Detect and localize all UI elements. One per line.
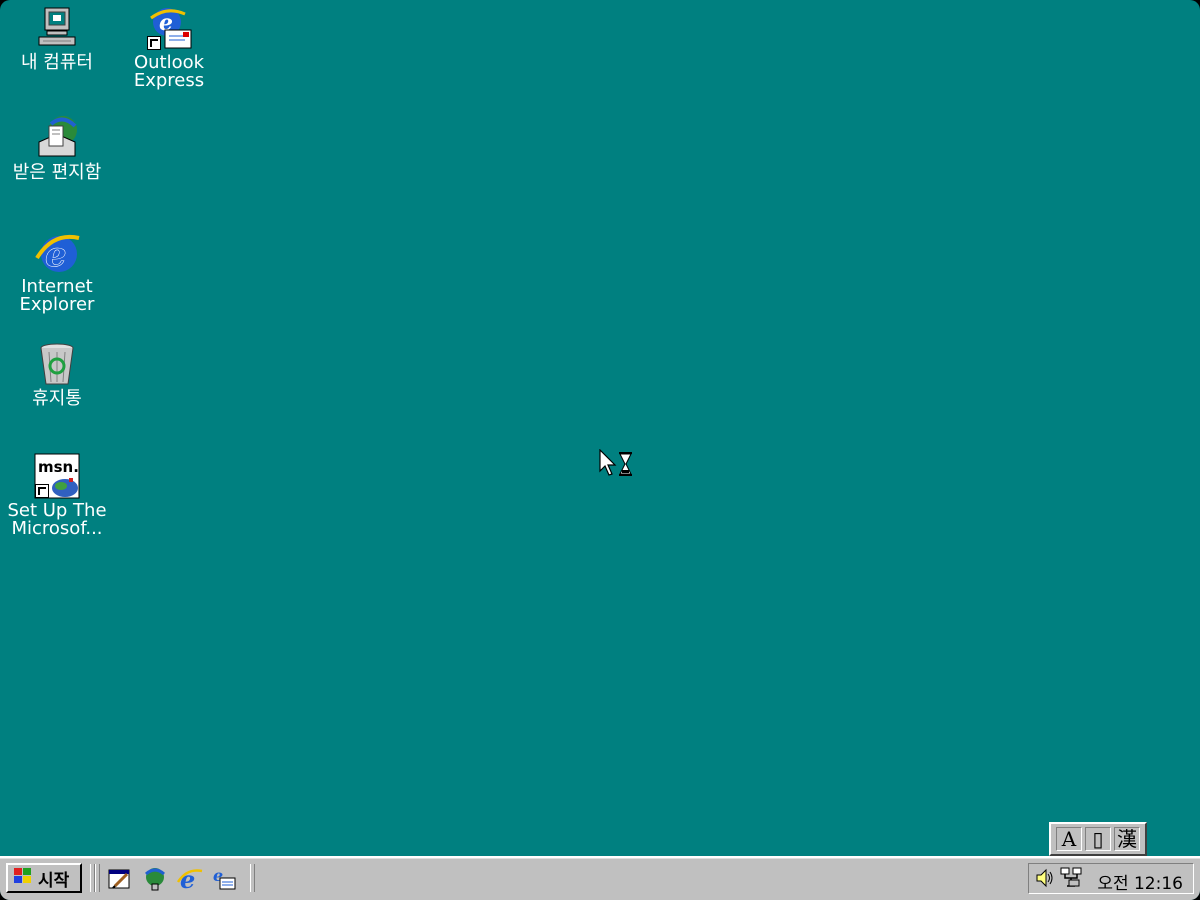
desktop[interactable]: 내 컴퓨터 e Outlook Express 받은 편지함 e Interne… [0, 0, 1200, 900]
taskbar: 시작 e e 오전 12:16 [0, 856, 1200, 900]
busy-pointer-icon [599, 448, 639, 481]
outlook-express-icon: e [145, 4, 193, 52]
clock[interactable]: 오전 12:16 [1097, 869, 1183, 894]
ime-half-width-button[interactable]: ▯ [1085, 827, 1111, 851]
recycle-bin-icon [33, 340, 81, 388]
msn-icon: msn. [33, 452, 81, 500]
shortcut-arrow-icon [35, 484, 49, 498]
ime-toolbar[interactable]: A ▯ 漢 [1049, 822, 1147, 856]
toolbar-grip[interactable] [95, 864, 100, 892]
show-desktop-icon[interactable] [107, 866, 133, 892]
system-tray: 오전 12:16 [1028, 863, 1194, 894]
desktop-icon-msn-setup[interactable]: msn. Set Up The Microsof... [2, 452, 112, 538]
desktop-icon-recycle-bin[interactable]: 휴지통 [2, 340, 112, 408]
desktop-icon-label: 내 컴퓨터 [21, 52, 93, 73]
desktop-icon-label: Internet Explorer [19, 276, 95, 315]
desktop-icon-outlook-express[interactable]: e Outlook Express [114, 4, 224, 90]
desktop-icon-label: 받은 편지함 [12, 162, 102, 183]
desktop-icon-my-computer[interactable]: 내 컴퓨터 [2, 4, 112, 72]
windows-logo-icon [12, 867, 34, 890]
internet-explorer-icon: e [33, 228, 81, 276]
start-button-label: 시작 [38, 870, 70, 891]
volume-icon[interactable] [1035, 868, 1055, 892]
ime-english-mode-button[interactable]: A [1056, 827, 1082, 851]
start-button[interactable]: 시작 [6, 863, 82, 893]
inbox-icon [33, 114, 81, 162]
desktop-icon-inbox[interactable]: 받은 편지함 [2, 114, 112, 182]
outlook-express-icon[interactable]: e [211, 866, 237, 892]
ime-hanja-button[interactable]: 漢 [1114, 827, 1140, 851]
shortcut-arrow-icon [147, 36, 161, 50]
desktop-icon-label: Outlook Express [133, 52, 205, 91]
svg-text:msn.: msn. [38, 458, 79, 476]
toolbar-grip[interactable] [250, 864, 255, 892]
network-icon[interactable] [1059, 866, 1085, 894]
internet-explorer-icon[interactable]: e [176, 865, 203, 894]
channels-icon[interactable] [142, 866, 168, 892]
desktop-icon-internet-explorer[interactable]: e Internet Explorer [2, 228, 112, 314]
computer-icon [33, 4, 81, 52]
desktop-icon-label: 휴지통 [32, 388, 82, 409]
desktop-icon-label: Set Up The Microsof... [7, 500, 107, 539]
